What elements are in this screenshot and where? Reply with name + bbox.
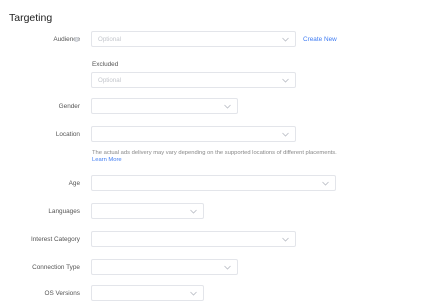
chevron-down-icon	[224, 104, 231, 109]
audience-label: Audience	[53, 36, 80, 43]
age-label: Age	[68, 180, 80, 187]
section-title: Targeting	[9, 12, 53, 24]
excluded-placeholder: Optional	[98, 77, 122, 84]
chevron-down-icon	[224, 265, 231, 270]
chevron-down-icon	[282, 132, 289, 137]
audience-placeholder: Optional	[98, 36, 122, 43]
chevron-down-icon	[322, 181, 329, 186]
excluded-label: Excluded	[92, 61, 119, 68]
interest-category-label: Interest Category	[30, 236, 80, 243]
chevron-down-icon	[282, 37, 289, 42]
os-versions-label: OS Versions	[44, 290, 80, 297]
location-select[interactable]	[91, 126, 296, 142]
info-icon: ?	[74, 37, 79, 42]
location-hint: The actual ads delivery may vary dependi…	[92, 150, 337, 164]
gender-select[interactable]	[91, 98, 238, 114]
chevron-down-icon	[282, 237, 289, 242]
location-label: Location	[55, 131, 80, 138]
excluded-select[interactable]: Optional	[91, 72, 296, 88]
chevron-down-icon	[190, 291, 197, 296]
create-new-link[interactable]: Create New	[303, 36, 337, 43]
connection-type-label: Connection Type	[32, 264, 80, 271]
languages-label: Languages	[48, 208, 80, 215]
interest-category-select[interactable]	[91, 231, 296, 247]
learn-more-link[interactable]: Learn More	[92, 157, 122, 163]
audience-select[interactable]: Optional	[91, 31, 296, 47]
connection-type-select[interactable]	[91, 259, 238, 275]
gender-label: Gender	[58, 103, 80, 110]
location-hint-text: The actual ads delivery may vary dependi…	[92, 150, 337, 156]
languages-select[interactable]	[91, 203, 204, 219]
age-select[interactable]	[91, 175, 336, 191]
chevron-down-icon	[190, 209, 197, 214]
chevron-down-icon	[282, 78, 289, 83]
